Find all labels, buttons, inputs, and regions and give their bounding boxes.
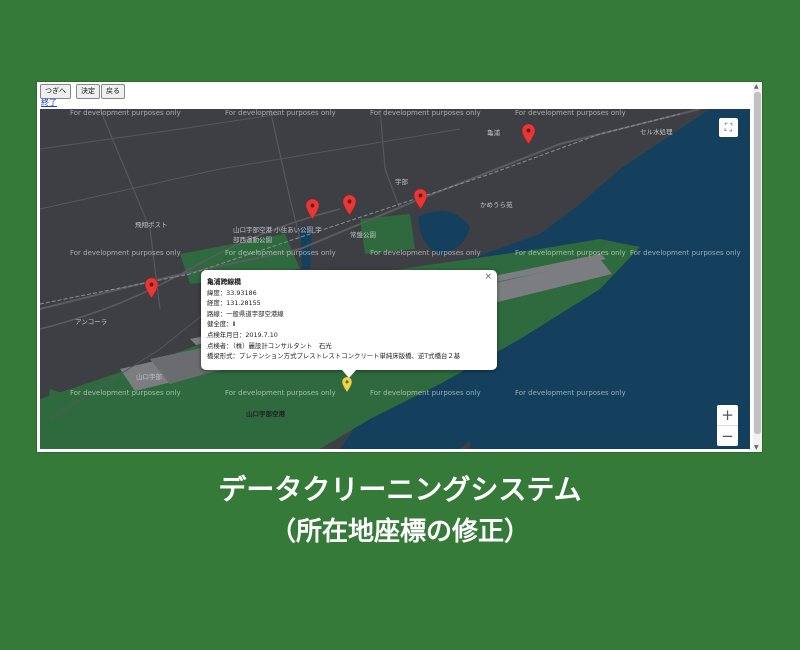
back-button[interactable]: 戻る (101, 84, 125, 99)
map-marker[interactable] (343, 195, 356, 215)
dev-watermark: For development purposes only (370, 249, 481, 257)
dev-watermark: For development purposes only (225, 249, 336, 257)
map-marker[interactable] (522, 124, 535, 144)
park-label: 常盤公園 (350, 231, 376, 239)
scrollbar-thumb[interactable] (754, 92, 761, 434)
dev-watermark: For development purposes only (370, 109, 481, 117)
dev-watermark: For development purposes only (515, 389, 626, 397)
place-label: かめうら苑 (480, 201, 513, 209)
inspection-date-text: 点検年月日：2019.7.10 (207, 330, 278, 339)
browser-window: つぎへ 決定 戻る 終了 For development purposes on… (37, 82, 762, 452)
place-label: セル水処理 (640, 128, 673, 136)
station-label: 宇部 (395, 178, 408, 186)
fullscreen-button[interactable]: ⛶ (719, 118, 738, 137)
zoom-out-button[interactable]: − (717, 426, 738, 446)
place-label: 飛翔ポスト (135, 221, 168, 229)
dev-watermark: For development purposes only (70, 389, 181, 397)
dev-watermark: For development purposes only (630, 249, 741, 257)
scroll-down-icon[interactable]: ▼ (754, 444, 759, 451)
map-view[interactable]: For development purposes only For develo… (40, 109, 750, 449)
health-text: 健全度：Ⅱ (207, 320, 236, 329)
close-icon[interactable]: × (484, 272, 492, 282)
zoom-control: + − (717, 405, 738, 446)
vertical-scrollbar[interactable]: ▲ ▼ (753, 82, 762, 452)
place-label: アンコーラ (75, 318, 108, 326)
map-marker[interactable] (414, 189, 427, 209)
latitude-text: 緯度：33.93186 (207, 288, 257, 297)
scroll-up-icon[interactable]: ▲ (754, 83, 759, 90)
map-marker[interactable] (145, 278, 158, 298)
info-window: × 亀浦跨線橋 緯度：33.93186 経度：131.28155 路線：一般県道… (201, 270, 497, 378)
end-link[interactable]: 終了 (41, 97, 57, 108)
map-marker[interactable] (306, 199, 319, 219)
place-label: 山口宇部 (136, 373, 162, 381)
dev-watermark: For development purposes only (515, 109, 626, 117)
zoom-in-button[interactable]: + (717, 405, 738, 426)
fullscreen-icon: ⛶ (724, 121, 733, 134)
dev-watermark: For development purposes only (515, 249, 626, 257)
place-label: 亀浦 (487, 129, 500, 137)
longitude-text: 経度：131.28155 (207, 299, 261, 308)
bridge-name: 亀浦跨線橋 (207, 278, 241, 286)
bridge-form-text: 橋梁形式：プレテンション方式プレストレストコンクリート単純床版橋、逆T式橋台２基 (207, 352, 461, 361)
dev-watermark: For development purposes only (70, 249, 181, 257)
headline-subtitle: （所在地座標の修正） (269, 517, 530, 547)
dev-watermark: For development purposes only (70, 109, 181, 117)
dev-watermark: For development purposes only (225, 109, 336, 117)
decide-button[interactable]: 決定 (76, 84, 100, 99)
inspector-text: 点検者：（株）麗設計コンサルタント 石光 (207, 341, 332, 350)
dev-watermark: For development purposes only (370, 389, 481, 397)
airport-label: 山口宇部空港 (246, 410, 285, 418)
dev-watermark: For development purposes only (225, 389, 336, 397)
school-label: 山口宇部空港 小住あい公園 宇部西運動公園 (233, 226, 322, 244)
route-text: 路線：一般県道宇部空港線 (207, 309, 284, 318)
selected-marker[interactable] (342, 377, 352, 392)
headline-title: データクリーニングシステム (218, 473, 582, 506)
